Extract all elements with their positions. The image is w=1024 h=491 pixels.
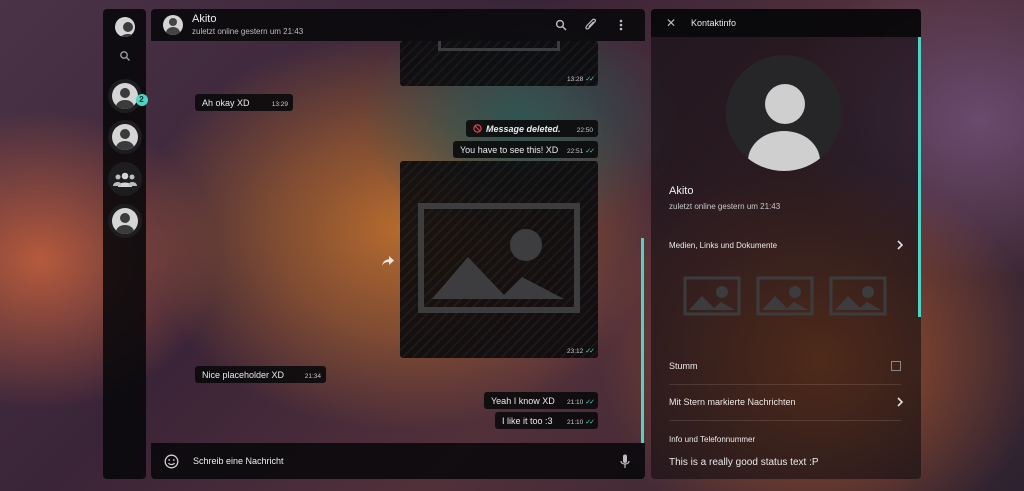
sidebar-item-group[interactable]	[107, 162, 142, 196]
person-icon	[111, 208, 138, 234]
starred-messages-label: Mit Stern markierte Nachrichten	[669, 397, 796, 407]
image-icon	[438, 41, 560, 51]
info-heading: Info und Telefonnummer	[669, 434, 756, 444]
message-text: I like it too :3	[502, 415, 553, 426]
contact-status: zuletzt online gestern um 21:43	[669, 202, 781, 211]
chat-title[interactable]: Akito	[192, 13, 303, 26]
message-outgoing: Yeah I know XD 21:10 ✓✓	[484, 392, 598, 409]
chevron-right-icon	[895, 397, 905, 407]
info-heading-row: Info und Telefonnummer	[669, 433, 905, 445]
sidebar-item-chat-2[interactable]	[107, 120, 142, 154]
read-ticks-icon: ✓✓	[585, 148, 595, 155]
mute-row[interactable]: Stumm	[669, 359, 905, 373]
message-time: 21:10	[566, 418, 584, 426]
message-text: Nice placeholder XD	[202, 369, 285, 380]
message-input[interactable]: Schreib eine Nachricht	[193, 456, 284, 466]
read-ticks-icon: ✓✓	[585, 419, 595, 426]
divider	[669, 420, 901, 421]
contact-info-title: Kontaktinfo	[691, 18, 737, 28]
paperclip-icon	[585, 18, 597, 30]
menu-button[interactable]	[613, 17, 629, 33]
search-button[interactable]	[553, 17, 569, 33]
microphone-icon	[620, 454, 630, 468]
message-incoming: Ah okay XD 13:29	[195, 94, 293, 111]
group-icon	[112, 172, 137, 187]
read-ticks-icon: ✓✓	[585, 399, 595, 406]
image-icon	[683, 276, 741, 316]
message-deleted: Message deleted. 22:50	[466, 120, 598, 137]
unread-badge: 2	[135, 94, 148, 106]
message-time: 21:10	[566, 398, 584, 406]
person-icon	[114, 17, 135, 37]
media-thumbnail[interactable]	[829, 276, 887, 318]
media-links-docs-row[interactable]: Medien, Links und Dokumente	[669, 238, 905, 252]
search-icon	[119, 51, 130, 61]
image-icon	[829, 276, 887, 316]
chat-header: Akito zuletzt online gestern um 21:43	[151, 9, 645, 41]
message-text: Ah okay XD	[202, 97, 250, 108]
person-icon	[111, 83, 138, 109]
avatar[interactable]	[163, 15, 183, 35]
close-icon[interactable]: ✕	[665, 16, 677, 30]
message-time: 22:51	[566, 147, 584, 155]
image-message[interactable]: 13:28 ✓✓	[400, 41, 598, 86]
chat-scrollbar[interactable]	[641, 238, 644, 443]
divider	[669, 384, 901, 385]
contact-avatar[interactable]	[726, 55, 842, 171]
mute-checkbox[interactable]	[891, 361, 901, 371]
message-text: Message deleted.	[486, 123, 561, 134]
sidebar-item-chat-3[interactable]	[107, 204, 142, 238]
message-text: You have to see this! XD	[460, 144, 559, 155]
message-outgoing: I like it too :3 21:10 ✓✓	[495, 412, 598, 429]
sidebar-item-profile[interactable]	[114, 17, 135, 37]
image-message[interactable]: 23:12 ✓✓	[400, 161, 598, 358]
message-text: Yeah I know XD	[491, 395, 555, 406]
message-time: 13:29	[271, 101, 288, 108]
search-icon	[555, 19, 567, 31]
media-thumbnail[interactable]	[756, 276, 814, 318]
person-icon	[111, 124, 138, 150]
sidebar-item-search[interactable]	[119, 49, 131, 67]
contact-name: Akito	[669, 185, 694, 197]
chat-status: zuletzt online gestern um 21:43	[192, 27, 304, 36]
image-icon	[756, 276, 814, 316]
message-time: 21:34	[304, 373, 321, 380]
about-row: This is a really good status text :P	[669, 455, 905, 469]
message-time: 23:12	[566, 347, 584, 355]
blocked-icon	[473, 124, 482, 133]
sidebar: 2	[103, 9, 148, 479]
contact-scrollbar[interactable]	[918, 37, 921, 317]
contact-info-header: ✕ Kontaktinfo	[651, 9, 921, 37]
attach-button[interactable]	[583, 17, 599, 33]
about-text: This is a really good status text :P	[669, 456, 819, 468]
voice-button[interactable]	[617, 453, 633, 469]
read-ticks-icon: ✓✓	[585, 348, 595, 355]
chevron-right-icon	[895, 240, 905, 250]
media-links-docs-label: Medien, Links und Dokumente	[669, 240, 778, 250]
forward-icon	[382, 256, 394, 266]
emoji-icon	[164, 454, 178, 468]
message-composer: Schreib eine Nachricht	[151, 443, 645, 479]
forward-button[interactable]	[382, 253, 394, 271]
more-vert-icon	[619, 19, 623, 31]
starred-messages-row[interactable]: Mit Stern markierte Nachrichten	[669, 395, 905, 409]
mute-label: Stumm	[669, 361, 698, 371]
message-incoming: Nice placeholder XD 21:34	[195, 366, 326, 383]
image-placeholder-icon	[418, 203, 580, 313]
emoji-button[interactable]	[163, 453, 179, 469]
read-ticks-icon: ✓✓	[585, 76, 595, 83]
message-time: 13:28	[566, 75, 584, 83]
message-outgoing: You have to see this! XD 22:51 ✓✓	[453, 141, 598, 158]
message-time: 22:50	[576, 127, 593, 134]
media-thumbnail[interactable]	[683, 276, 741, 318]
sidebar-item-chat-1[interactable]: 2	[107, 79, 148, 113]
